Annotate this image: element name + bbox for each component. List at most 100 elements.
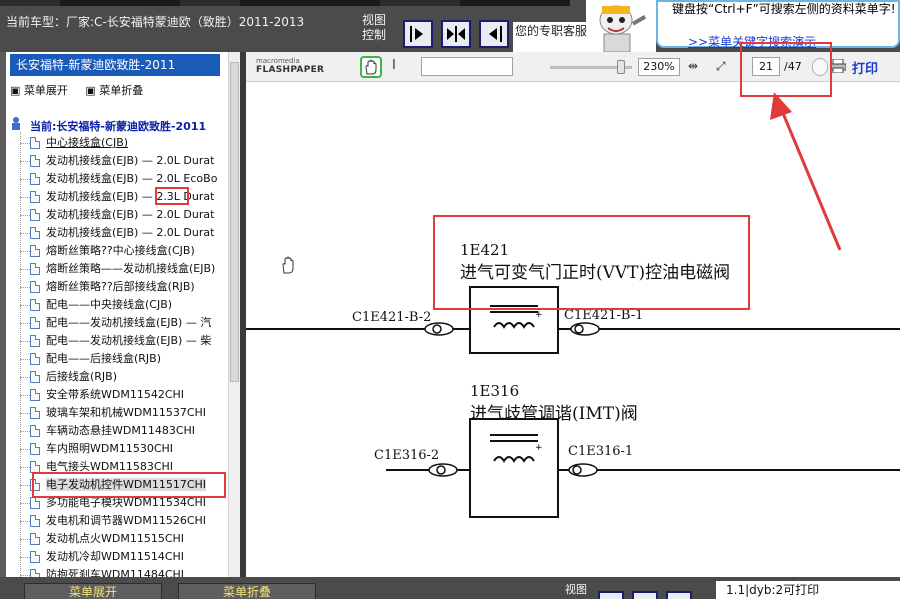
tree-branch: [20, 197, 30, 198]
tree-item[interactable]: 车辆动态悬挂WDM11483CHI: [16, 422, 226, 440]
tree-root[interactable]: 当前:长安福特-新蒙迪欧致胜-2011: [30, 118, 206, 134]
tree-item[interactable]: 后接线盒(RJB): [16, 368, 226, 386]
tree-item[interactable]: 熔断丝策略??后部接线盒(RJB): [16, 278, 226, 296]
c1-plus: +: [535, 310, 543, 320]
tree-item-label: 熔断丝策略??后部接线盒(RJB): [46, 280, 195, 293]
c1-left-connector: [424, 322, 470, 336]
tree-branch: [20, 215, 30, 216]
c1-right-pin: C1E421-B-1: [564, 308, 643, 323]
sidebar-title[interactable]: 长安福特-新蒙迪欧致胜-2011: [10, 54, 220, 76]
document-icon: [30, 155, 40, 167]
fit-width-icon[interactable]: ⇹: [688, 59, 698, 73]
tree-item[interactable]: 发动机点火WDM11515CHI: [16, 530, 226, 548]
footer-expand-button[interactable]: 菜单展开: [24, 583, 162, 599]
expand-menu-label: 菜单展开: [23, 84, 68, 97]
bottom-bar: 菜单展开 菜单折叠 视图 1.1|dyb:2可打印: [0, 577, 900, 599]
tree-item-label: 发动机点火WDM11515CHI: [46, 532, 185, 545]
tree-item-label: 发动机接线盒(EJB) — 2.0L Durat: [46, 208, 215, 221]
view-split-button[interactable]: [441, 20, 471, 48]
tree-item[interactable]: 发动机接线盒(EJB) — 2.0L Durat: [16, 152, 226, 170]
tree-branch: [20, 143, 30, 144]
tree-item[interactable]: 发动机接线盒(EJB) — 2.3L Durat: [16, 188, 226, 206]
document-icon: [30, 389, 40, 401]
c1-right-connector: [558, 322, 600, 336]
tree-branch: [20, 323, 30, 324]
tree-item[interactable]: 发动机接线盒(EJB) — 2.0L EcoBo: [16, 170, 226, 188]
tree-branch: [20, 431, 30, 432]
printer-icon[interactable]: [830, 59, 846, 73]
tree-item-label: 发动机接线盒(EJB) — 2.0L EcoBo: [46, 172, 218, 185]
collapse-menu-button[interactable]: ▣ 菜单折叠: [85, 84, 143, 97]
c2-left-pin: C1E316-2: [374, 448, 439, 463]
tree-item[interactable]: 发电机和调节器WDM11526CHI: [16, 512, 226, 530]
tree: 中心接线盒(CJB) 发动机接线盒(EJB) — 2.0L Durat 发动机接线盒…: [16, 134, 226, 577]
tree-branch: [20, 359, 30, 360]
c2-box: [469, 418, 559, 518]
text-select-tool[interactable]: I: [392, 58, 396, 73]
tree-item[interactable]: 配电——中央接线盒(CJB): [16, 296, 226, 314]
footer-status: 1.1|dyb:2可打印: [716, 581, 900, 599]
print-button[interactable]: 打印: [852, 58, 878, 77]
tree-root-icon: [12, 117, 20, 130]
document-icon: [30, 281, 40, 293]
annotation-box-engine-variant: [155, 187, 189, 205]
footer-view-label: 视图: [565, 583, 587, 596]
c1-left-pin: C1E421-B-2: [352, 310, 431, 325]
document-icon: [30, 227, 40, 239]
tree-item-label: 发动机接线盒(EJB) — 2.0L Durat: [46, 226, 215, 239]
zoom-value[interactable]: 230%: [638, 58, 680, 76]
tree-item[interactable]: 安全带系统WDM11542CHI: [16, 386, 226, 404]
tree-item-label: 车辆动态悬挂WDM11483CHI: [46, 424, 196, 437]
tree-branch: [20, 287, 30, 288]
tree-item-label: 安全带系统WDM11542CHI: [46, 388, 185, 401]
tree-branch: [20, 251, 30, 252]
tree-branch: [20, 305, 30, 306]
document-icon: [30, 443, 40, 455]
tree-item[interactable]: 配电——后接线盒(RJB): [16, 350, 226, 368]
c2-right-pin: C1E316-1: [568, 444, 633, 459]
c2-left-connector: [428, 463, 470, 477]
tree-item-label: 发动机接线盒(EJB) — 2.0L Durat: [46, 154, 215, 167]
tree-item[interactable]: 配电——发动机接线盒(EJB) — 柴: [16, 332, 226, 350]
flashpaper-logo: macromedia FLASHPAPER: [256, 57, 324, 75]
view-left-panel-button[interactable]: [403, 20, 433, 48]
tree-item[interactable]: 车内照明WDM11530CHI: [16, 440, 226, 458]
hand-tool-button[interactable]: [360, 56, 382, 78]
footer-view-split-button[interactable]: [632, 591, 658, 599]
tree-item[interactable]: 发动机冷却WDM11514CHI: [16, 548, 226, 566]
document-icon: [30, 335, 40, 347]
tree-item[interactable]: 熔断丝策略??中心接线盒(CJB): [16, 242, 226, 260]
footer-collapse-button[interactable]: 菜单折叠: [178, 583, 316, 599]
tree-item[interactable]: 熔断丝策略——发动机接线盒(EJB): [16, 260, 226, 278]
fit-page-icon[interactable]: ⤢: [716, 59, 726, 74]
tree-item[interactable]: 发动机接线盒(EJB) — 2.0L Durat: [16, 224, 226, 242]
tree-item[interactable]: 中心接线盒(CJB): [16, 134, 226, 152]
view-control-label: 视图控制: [362, 13, 387, 42]
mascot-image: [586, 0, 656, 52]
annotation-box-page-number: [740, 42, 832, 97]
sidebar: 长安福特-新蒙迪欧致胜-2011 ▣ 菜单展开 ▣ 菜单折叠 当前:长安福特-新…: [0, 52, 240, 577]
annotation-box-component: [433, 215, 750, 310]
view-right-panel-button[interactable]: [479, 20, 509, 48]
tree-item[interactable]: 配电——发动机接线盒(EJB) — 汽: [16, 314, 226, 332]
collapse-menu-label: 菜单折叠: [99, 84, 144, 97]
search-input[interactable]: [421, 57, 513, 76]
document-icon: [30, 263, 40, 275]
document-icon: [30, 209, 40, 221]
tree-item-label: 发电机和调节器WDM11526CHI: [46, 514, 207, 527]
footer-view-right-button[interactable]: [666, 591, 692, 599]
tree-item[interactable]: 防抱死刹车WDM11484CHI: [16, 566, 226, 577]
sidebar-scroll-thumb[interactable]: [230, 62, 239, 382]
tree-branch: [20, 485, 30, 486]
tree-branch: [20, 413, 30, 414]
tree-item[interactable]: 玻璃车架和机械WDM11537CHI: [16, 404, 226, 422]
expand-menu-button[interactable]: ▣ 菜单展开: [10, 84, 68, 97]
document-icon: [30, 551, 40, 563]
document-icon: [30, 191, 40, 203]
document-icon: [30, 533, 40, 545]
document-icon: [30, 137, 40, 149]
footer-view-left-button[interactable]: [598, 591, 624, 599]
zoom-slider-handle[interactable]: [617, 60, 625, 74]
annotation-box-selected-item: [32, 472, 226, 498]
tree-item[interactable]: 发动机接线盒(EJB) — 2.0L Durat: [16, 206, 226, 224]
